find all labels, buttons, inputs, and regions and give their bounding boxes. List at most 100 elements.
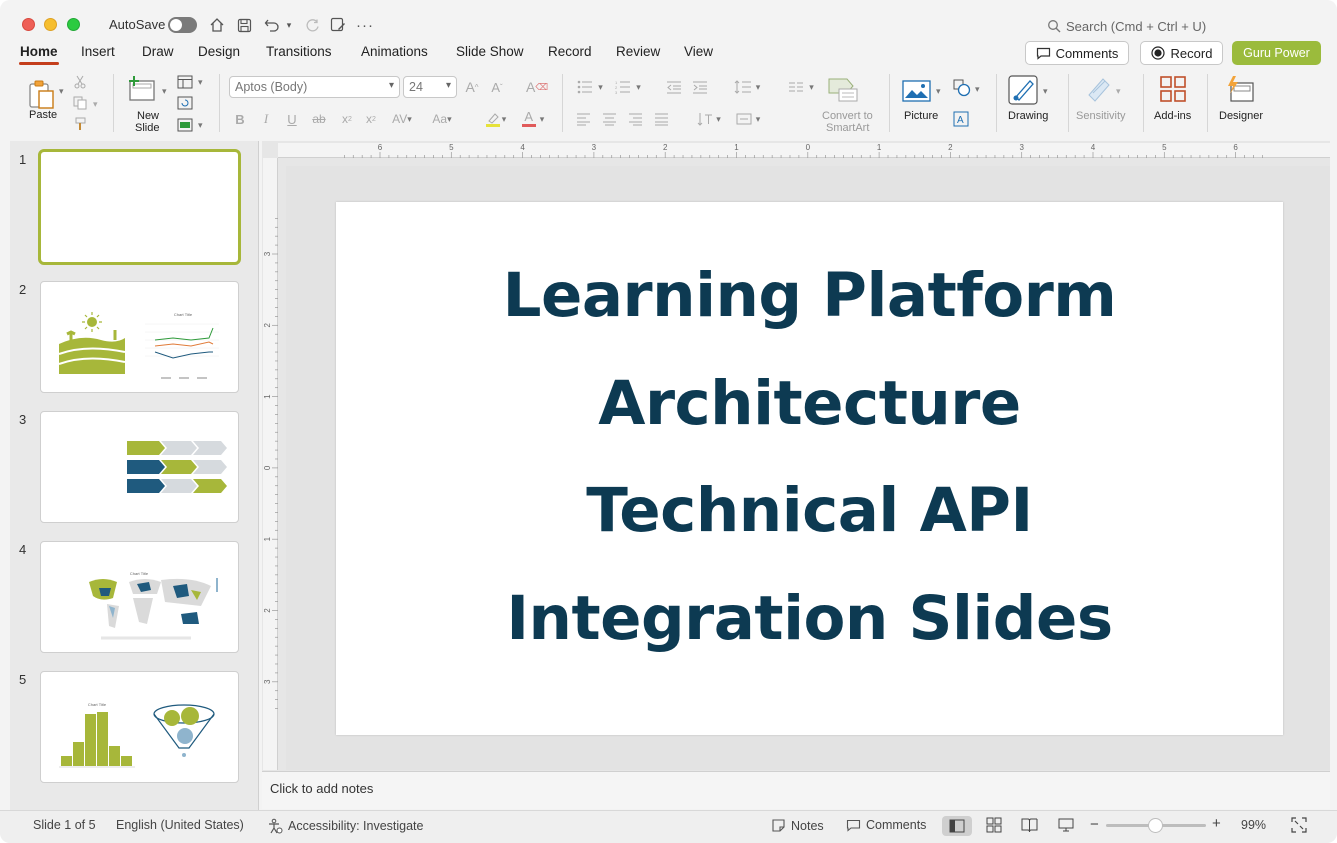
slide-title-line-3[interactable]: Technical API (336, 475, 1283, 546)
close-window-button[interactable] (22, 18, 35, 31)
subscript-icon[interactable]: x2 (363, 110, 379, 128)
notes-toggle[interactable]: Notes (771, 818, 824, 833)
home-icon[interactable] (207, 15, 227, 35)
align-right-icon[interactable] (626, 110, 644, 128)
reading-view-button[interactable] (1021, 817, 1038, 833)
numbering-icon[interactable]: 1 2 3 ▾ (612, 78, 644, 96)
slide-thumbnail-5[interactable]: Chart Title (40, 671, 239, 783)
paste-dropdown-chevron-icon[interactable]: ▾ (59, 86, 64, 97)
layout-dropdown-chevron-icon[interactable]: ▾ (198, 77, 203, 88)
zoom-out-button[interactable]: − (1090, 816, 1099, 833)
normal-view-button[interactable] (942, 816, 972, 836)
tab-view[interactable]: View (684, 44, 713, 59)
sensitivity-dropdown-chevron-icon[interactable]: ▾ (1116, 86, 1121, 97)
record-button[interactable]: Record (1140, 41, 1223, 65)
save-as-icon[interactable] (328, 15, 348, 35)
slide-title-line-1[interactable]: Learning Platform (336, 260, 1283, 331)
text-direction-icon[interactable]: ▾ (694, 110, 724, 128)
highlight-color-icon[interactable]: ▾ (478, 110, 512, 128)
picture-icon[interactable] (901, 78, 931, 104)
slide-thumbnail-2[interactable]: Chart Title (40, 281, 239, 393)
guru-power-button[interactable]: Guru Power (1232, 41, 1321, 65)
new-slide-icon[interactable] (126, 74, 158, 104)
new-slide-dropdown-chevron-icon[interactable]: ▾ (162, 86, 167, 97)
copy-icon[interactable] (72, 95, 88, 111)
picture-dropdown-chevron-icon[interactable]: ▾ (936, 86, 941, 97)
align-center-icon[interactable] (600, 110, 618, 128)
accessibility-status[interactable]: Accessibility: Investigate (267, 818, 423, 834)
undo-icon[interactable] (262, 15, 282, 35)
language-indicator[interactable]: English (United States) (116, 818, 244, 832)
more-options-icon[interactable]: ··· (354, 15, 376, 35)
tab-review[interactable]: Review (616, 44, 660, 59)
clear-formatting-icon[interactable]: A ⌫ (526, 78, 548, 96)
sensitivity-icon[interactable] (1084, 74, 1116, 104)
slide-thumbnail-4[interactable]: Chart Title (40, 541, 239, 653)
italic-icon[interactable]: I (259, 110, 273, 128)
slide-show-view-button[interactable] (1058, 817, 1074, 833)
tab-slide-show[interactable]: Slide Show (456, 44, 524, 59)
tab-insert[interactable]: Insert (81, 44, 115, 59)
character-spacing-icon[interactable]: AV ▾ (387, 110, 417, 128)
maximize-window-button[interactable] (67, 18, 80, 31)
current-slide[interactable]: Learning Platform Architecture Technical… (336, 202, 1283, 735)
shapes-dropdown-chevron-icon[interactable]: ▾ (975, 84, 980, 95)
layout-icon[interactable] (176, 74, 194, 90)
minimize-window-button[interactable] (44, 18, 57, 31)
drawing-icon[interactable] (1007, 74, 1041, 106)
smartart-icon[interactable] (826, 76, 860, 104)
justify-icon[interactable] (652, 110, 670, 128)
slide-thumbnail-1[interactable] (38, 149, 241, 265)
zoom-in-button[interactable]: + (1212, 815, 1221, 832)
format-painter-icon[interactable] (72, 116, 88, 132)
font-size-select[interactable]: 24 ▾ (403, 76, 457, 98)
notes-pane[interactable]: Click to add notes (262, 771, 1330, 809)
change-case-icon[interactable]: Aa ▾ (426, 110, 458, 128)
slide-title-line-2[interactable]: Architecture (336, 368, 1283, 439)
font-color-icon[interactable]: A ▾ (516, 110, 550, 128)
bullets-icon[interactable]: ▾ (574, 78, 606, 96)
redo-icon[interactable] (302, 15, 322, 35)
slide-thumbnail-3[interactable] (40, 411, 239, 523)
drawing-dropdown-chevron-icon[interactable]: ▾ (1043, 86, 1048, 97)
align-text-icon[interactable]: ▾ (732, 110, 764, 128)
increase-indent-icon[interactable] (691, 78, 709, 96)
superscript-icon[interactable]: x2 (339, 110, 355, 128)
undo-dropdown-chevron-icon[interactable]: ▾ (283, 15, 295, 35)
shapes-icon[interactable] (952, 78, 972, 98)
copy-dropdown-chevron-icon[interactable]: ▾ (93, 99, 98, 110)
add-ins-icon[interactable] (1158, 74, 1188, 104)
slide-sorter-view-button[interactable] (986, 817, 1002, 833)
section-icon[interactable] (176, 117, 194, 133)
increase-font-size-icon[interactable]: A ^ (463, 78, 481, 96)
align-left-icon[interactable] (574, 110, 592, 128)
search-box[interactable]: Search (Cmd + Ctrl + U) (1047, 17, 1206, 35)
cut-icon[interactable] (72, 74, 88, 90)
text-box-icon[interactable]: A (952, 110, 970, 128)
save-icon[interactable] (234, 15, 254, 35)
slide-title-line-4[interactable]: Integration Slides (336, 583, 1283, 654)
tab-animations[interactable]: Animations (361, 44, 428, 59)
tab-transitions[interactable]: Transitions (266, 44, 332, 59)
zoom-level[interactable]: 99% (1241, 818, 1266, 832)
section-dropdown-chevron-icon[interactable]: ▾ (198, 120, 203, 131)
comments-toggle[interactable]: Comments (846, 818, 926, 832)
tab-home[interactable]: Home (20, 44, 58, 59)
font-name-select[interactable]: Aptos (Body) ▾ (229, 76, 400, 98)
paste-icon[interactable] (24, 76, 60, 112)
comments-button[interactable]: Comments (1025, 41, 1129, 65)
strikethrough-icon[interactable]: ab (309, 110, 329, 128)
decrease-font-size-icon[interactable]: Aˇ (488, 78, 506, 96)
fit-to-window-button[interactable] (1291, 817, 1307, 833)
line-spacing-icon[interactable]: ▾ (730, 78, 764, 96)
bold-icon[interactable]: B (233, 110, 247, 128)
designer-icon[interactable] (1224, 74, 1256, 104)
columns-icon[interactable]: ▾ (785, 78, 817, 96)
tab-design[interactable]: Design (198, 44, 240, 59)
tab-draw[interactable]: Draw (142, 44, 174, 59)
underline-icon[interactable]: U (285, 110, 299, 128)
tab-record[interactable]: Record (548, 44, 592, 59)
decrease-indent-icon[interactable] (665, 78, 683, 96)
zoom-slider-thumb[interactable] (1148, 818, 1163, 833)
autosave-toggle[interactable] (168, 17, 197, 33)
